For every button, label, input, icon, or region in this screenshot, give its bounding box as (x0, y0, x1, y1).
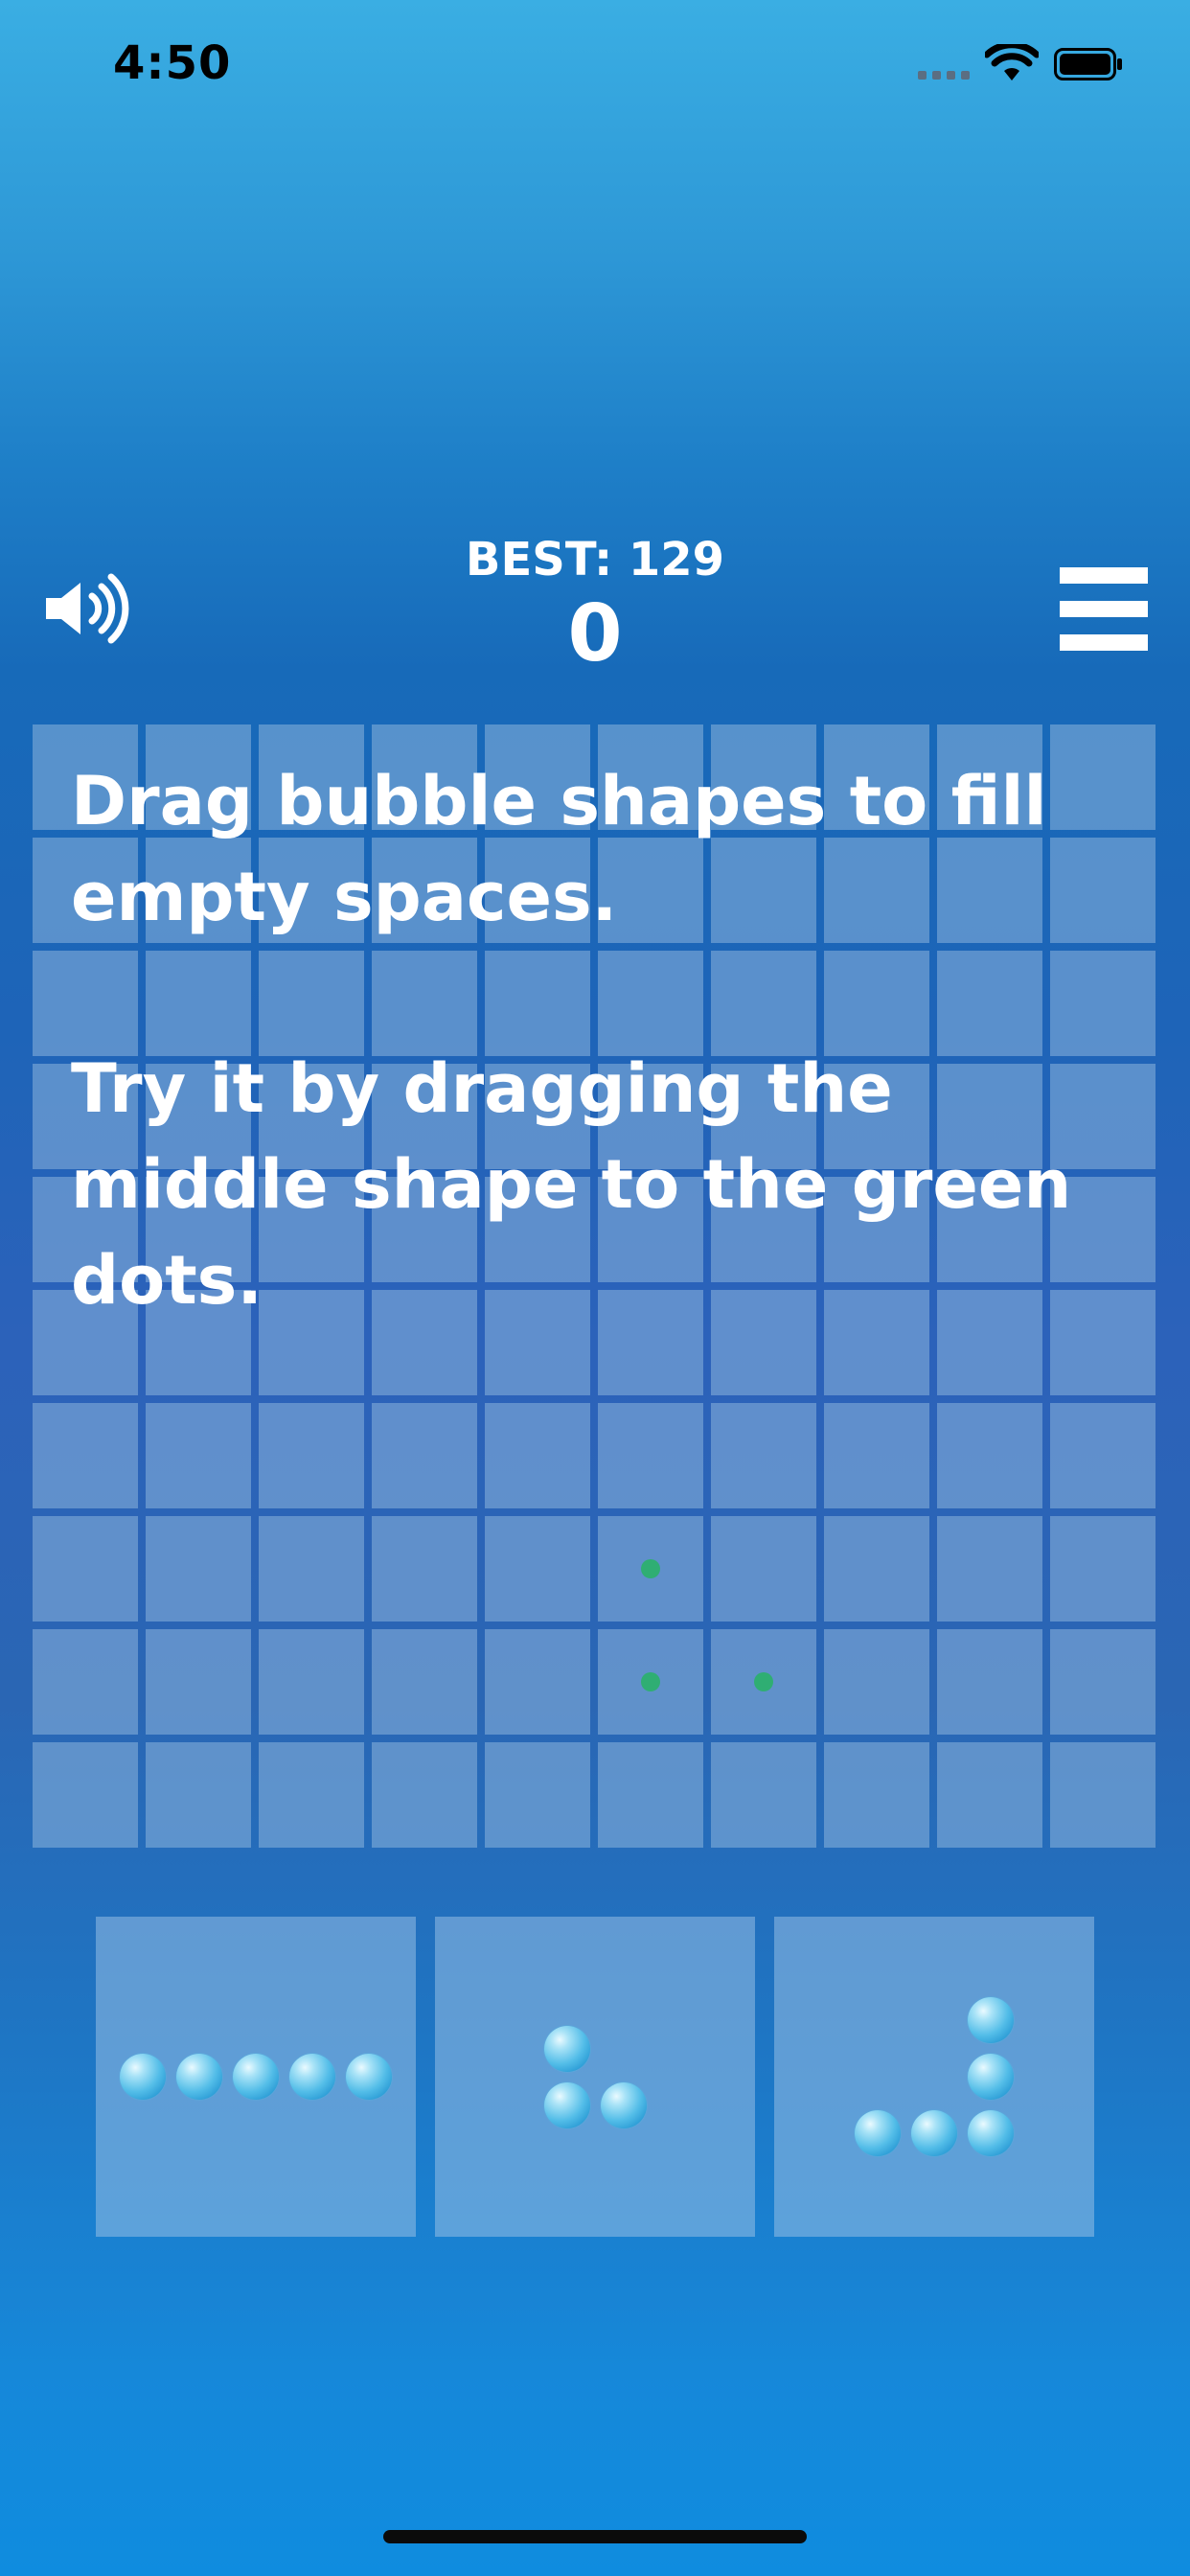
bubble-block (911, 2110, 957, 2156)
board-cell[interactable] (1050, 1403, 1156, 1508)
target-hint-dot (754, 1672, 773, 1691)
bubble-block (968, 2110, 1014, 2156)
bubble-block (543, 2082, 590, 2128)
bubble-block (120, 2054, 166, 2100)
cellular-signal-icon (918, 71, 970, 80)
instruction-line: Try it by dragging the (71, 1049, 893, 1128)
board-cell[interactable] (937, 1629, 1042, 1735)
board-cell[interactable] (372, 1403, 477, 1508)
instruction-line: empty spaces. (71, 858, 618, 936)
board-cell[interactable] (259, 1516, 364, 1622)
board-cell[interactable] (937, 1403, 1042, 1508)
bubble-block (968, 2054, 1014, 2100)
board-cell[interactable] (372, 1742, 477, 1848)
instruction-line: dots. (71, 1241, 263, 1320)
target-hint-dot (641, 1672, 660, 1691)
board-cell[interactable] (824, 1629, 929, 1735)
status-time: 4:50 (113, 36, 232, 90)
board-cell[interactable] (1050, 1629, 1156, 1735)
status-bar: 4:50 (0, 0, 1190, 134)
piece-slot-left[interactable] (96, 1917, 416, 2237)
board-cell[interactable] (598, 1742, 703, 1848)
board-cell[interactable] (146, 1516, 251, 1622)
instruction-line: middle shape to the green (71, 1145, 1072, 1224)
board-cell[interactable] (146, 1629, 251, 1735)
instruction-line: Drag bubble shapes to fill (71, 762, 1047, 840)
wifi-icon (985, 44, 1039, 80)
piece-slot-right[interactable] (774, 1917, 1094, 2237)
board-cell[interactable] (937, 1516, 1042, 1622)
board-cell[interactable] (33, 1742, 138, 1848)
piece-slot-middle[interactable] (435, 1917, 755, 2237)
bubble-block (176, 2054, 222, 2100)
board-cell[interactable] (33, 1403, 138, 1508)
bubble-block (346, 2054, 392, 2100)
best-score-label: BEST: 129 (465, 533, 725, 586)
home-indicator[interactable] (383, 2530, 807, 2543)
board-cell[interactable] (711, 1403, 816, 1508)
bubble-block (233, 2054, 279, 2100)
board-cell[interactable] (1050, 1516, 1156, 1622)
sound-toggle-button[interactable] (42, 567, 130, 650)
board-cell[interactable] (372, 1516, 477, 1622)
board-cell[interactable] (824, 1403, 929, 1508)
board-cell[interactable] (937, 1742, 1042, 1848)
board-cell[interactable] (146, 1742, 251, 1848)
board-cell[interactable] (485, 1516, 590, 1622)
board-cell[interactable] (259, 1629, 364, 1735)
board-cell[interactable] (485, 1403, 590, 1508)
bubble-block (289, 2054, 335, 2100)
menu-button[interactable] (1060, 565, 1148, 652)
board-cell[interactable] (824, 1742, 929, 1848)
board-cell[interactable] (146, 1403, 251, 1508)
bubble-block (543, 2025, 590, 2072)
board-cell[interactable] (485, 1742, 590, 1848)
target-hint-dot (641, 1559, 660, 1578)
bubble-block (968, 1997, 1014, 2043)
board-cell[interactable] (372, 1629, 477, 1735)
board-cell[interactable] (259, 1403, 364, 1508)
current-score: 0 (567, 588, 623, 679)
battery-icon (1054, 48, 1122, 80)
board-cell[interactable] (711, 1742, 816, 1848)
board-cell[interactable] (824, 1516, 929, 1622)
board-cell[interactable] (711, 1516, 816, 1622)
speaker-on-icon (46, 573, 129, 644)
board-cell[interactable] (33, 1516, 138, 1622)
board-cell[interactable] (485, 1629, 590, 1735)
bubble-block (855, 2110, 901, 2156)
board-cell[interactable] (1050, 1742, 1156, 1848)
bubble-block (600, 2082, 647, 2128)
board-cell[interactable] (598, 1403, 703, 1508)
tutorial-instructions: Drag bubble shapes to fill empty spaces.… (71, 753, 1134, 1328)
board-cell[interactable] (33, 1629, 138, 1735)
board-cell[interactable] (259, 1742, 364, 1848)
